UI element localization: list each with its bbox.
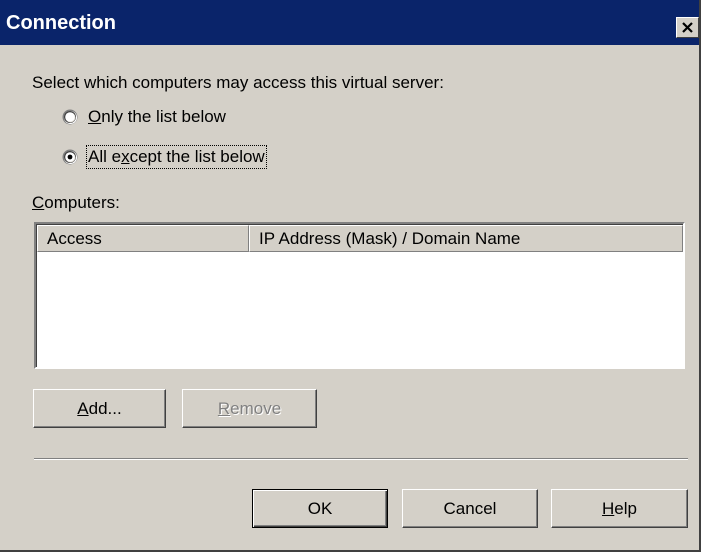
cancel-button[interactable]: Cancel [402, 489, 538, 528]
remove-mnemonic: R [217, 399, 231, 418]
add-text: dd... [88, 399, 122, 418]
computers-label: Computers: [32, 193, 120, 213]
radio-all-except-text: cept the list below [129, 147, 265, 166]
access-prompt: Select which computers may access this v… [32, 73, 444, 92]
close-button[interactable] [676, 17, 699, 38]
separator [34, 458, 688, 460]
radio-all-except-label[interactable]: All except the list below [86, 145, 267, 169]
ok-button[interactable]: OK [252, 489, 388, 528]
radio-only-list-label[interactable]: Only the list below [88, 107, 226, 127]
radio-all-except-icon[interactable] [62, 149, 78, 165]
remove-text: emove [230, 399, 282, 418]
radio-all-except-mnemonic: x [121, 147, 130, 166]
radio-only-list-text: nly the list below [101, 107, 226, 126]
help-button[interactable]: Help [551, 489, 688, 528]
computers-text: omputers: [44, 193, 120, 212]
remove-button[interactable]: Remove [182, 389, 317, 428]
list-header: Access IP Address (Mask) / Domain Name [37, 225, 683, 252]
radio-only-list-icon[interactable] [62, 109, 78, 125]
radio-all-except-text-pre: All e [88, 147, 122, 166]
help-mnemonic: H [602, 499, 615, 518]
add-button[interactable]: Add... [33, 389, 166, 428]
dialog-title: Connection [6, 12, 116, 34]
connection-dialog: Connection Select which computers may ac… [0, 0, 701, 552]
computers-list[interactable]: Access IP Address (Mask) / Domain Name [34, 222, 685, 369]
column-header-access[interactable]: Access [37, 225, 249, 252]
add-mnemonic: A [77, 399, 89, 418]
close-icon [682, 22, 693, 33]
radio-only-list-mnemonic: O [88, 107, 102, 126]
column-header-ip-domain[interactable]: IP Address (Mask) / Domain Name [249, 225, 683, 252]
title-bar[interactable]: Connection [0, 0, 699, 45]
computers-mnemonic: C [32, 193, 45, 212]
help-text: elp [614, 499, 637, 518]
